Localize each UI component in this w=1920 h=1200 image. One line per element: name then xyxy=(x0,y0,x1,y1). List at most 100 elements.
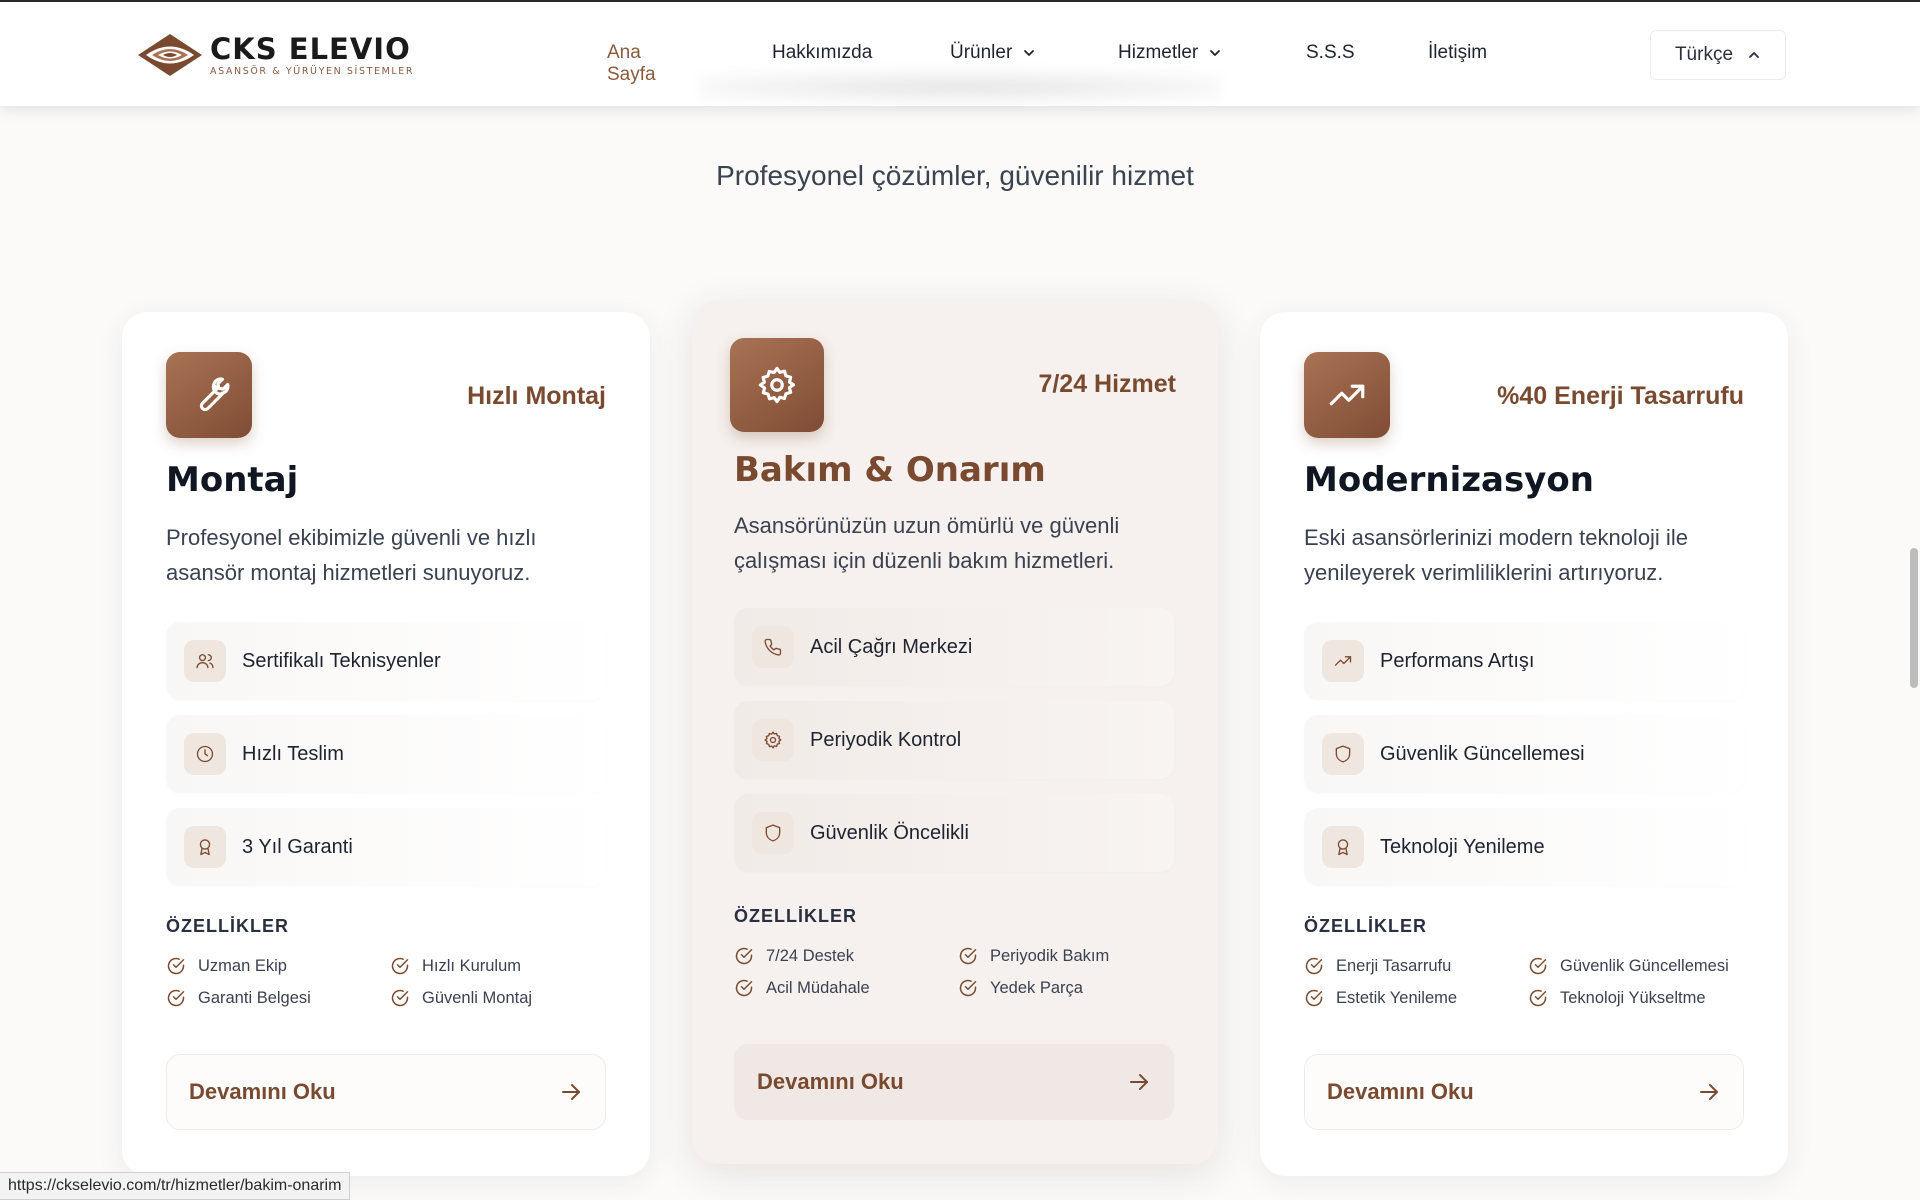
feature-item: 3 Yıl Garanti xyxy=(166,808,606,886)
arrow-right-icon xyxy=(559,1080,583,1104)
nav-services[interactable]: Hizmetler xyxy=(1118,42,1222,64)
logo-name: CKS ELEVIO xyxy=(210,31,411,66)
spec-item: Güvenli Montaj xyxy=(390,988,606,1008)
spec-item: Teknoloji Yükseltme xyxy=(1528,988,1744,1008)
arrow-right-icon xyxy=(1127,1070,1151,1094)
read-more-button[interactable]: Devamını Oku xyxy=(1304,1054,1744,1130)
specs-heading: ÖZELLİKLER xyxy=(166,916,289,936)
nav-about[interactable]: Hakkımızda xyxy=(772,42,872,64)
trending-up-icon xyxy=(1322,640,1364,682)
specs-heading: ÖZELLİKLER xyxy=(1304,916,1427,936)
feature-label: Hızlı Teslim xyxy=(242,742,344,765)
card-badge: %40 Enerji Tasarrufu xyxy=(1497,382,1744,410)
card-title: Modernizasyon xyxy=(1304,460,1594,500)
card-description: Eski asansörlerinizi modern teknoloji il… xyxy=(1304,525,1688,585)
header-shadow xyxy=(700,72,1220,102)
check-circle-icon xyxy=(1304,956,1324,976)
feature-item: Teknoloji Yenileme xyxy=(1304,808,1744,886)
feature-label: Acil Çağrı Merkezi xyxy=(810,635,973,658)
check-circle-icon xyxy=(166,988,186,1008)
card-badge: Hızlı Montaj xyxy=(467,382,606,410)
spec-item: Estetik Yenileme xyxy=(1304,988,1528,1008)
section-subtitle: Profesyonel çözümler, güvenilir hizmet xyxy=(716,160,1194,191)
service-card-montaj[interactable]: Hızlı Montaj Montaj Profesyonel ekibimizle… xyxy=(122,312,650,1176)
spec-item: Yedek Parça xyxy=(958,978,1174,998)
read-more-label: Devamını Oku xyxy=(757,1069,904,1094)
check-circle-icon xyxy=(390,956,410,976)
feature-item: Güvenlik Güncellemesi xyxy=(1304,715,1744,793)
check-circle-icon xyxy=(1528,988,1548,1008)
chevron-down-icon xyxy=(1210,50,1221,56)
card-description: Asansörünüzün uzun ömürlü ve güvenli çal… xyxy=(734,513,1120,573)
feature-label: 3 Yıl Garanti xyxy=(242,835,353,858)
read-more-button[interactable]: Devamını Oku xyxy=(734,1044,1174,1120)
award-icon xyxy=(184,826,226,868)
specs-list: Uzman Ekip Hızlı Kurulum Garanti Belgesi Gü… xyxy=(166,956,606,1008)
spec-label: Hızlı Kurulum xyxy=(422,956,522,975)
card-description: Profesyonel ekibimizle güvenli ve hızlı … xyxy=(166,525,537,585)
feature-item: Acil Çağrı Merkezi xyxy=(734,608,1174,686)
trending-up-icon xyxy=(1304,352,1390,438)
logo-mark-icon xyxy=(138,34,202,76)
feature-label: Sertifikalı Teknisyenler xyxy=(242,649,441,672)
feature-item: Periyodik Kontrol xyxy=(734,701,1174,779)
feature-label: Güvenlik Güncellemesi xyxy=(1380,742,1585,765)
arrow-right-icon xyxy=(1697,1080,1721,1104)
spec-item: Acil Müdahale xyxy=(734,978,958,998)
nav-products[interactable]: Ürünler xyxy=(950,42,1036,64)
specs-heading: ÖZELLİKLER xyxy=(734,906,857,926)
spec-label: Güvenli Montaj xyxy=(422,988,533,1007)
nav-faq[interactable]: S.S.S xyxy=(1306,42,1355,64)
feature-item: Performans Artışı xyxy=(1304,622,1744,700)
site-header: CKS ELEVIO ASANSÖR & YÜRÜYEN SİSTEMLER A… xyxy=(0,2,1920,106)
read-more-button[interactable]: Devamını Oku xyxy=(166,1054,606,1130)
feature-item: Sertifikalı Teknisyenler xyxy=(166,622,606,700)
users-icon xyxy=(184,640,226,682)
feature-label: Teknoloji Yenileme xyxy=(1380,835,1545,858)
status-bar-url: https://ckselevio.com/tr/hizmetler/bakim… xyxy=(0,1172,351,1200)
feature-item: Güvenlik Öncelikli xyxy=(734,794,1174,872)
spec-label: Teknoloji Yükseltme xyxy=(1560,988,1706,1007)
award-icon xyxy=(1322,826,1364,868)
chevron-down-icon xyxy=(1024,50,1035,56)
shield-icon xyxy=(752,812,794,854)
shield-icon xyxy=(1322,733,1364,775)
check-circle-icon xyxy=(166,956,186,976)
spec-item: Periyodik Bakım xyxy=(958,946,1174,966)
spec-item: 7/24 Destek xyxy=(734,946,958,966)
site-logo[interactable]: CKS ELEVIO ASANSÖR & YÜRÜYEN SİSTEMLER xyxy=(136,28,414,82)
card-badge: 7/24 Hizmet xyxy=(1038,370,1176,398)
phone-icon xyxy=(752,626,794,668)
read-more-label: Devamını Oku xyxy=(1327,1079,1474,1104)
check-circle-icon xyxy=(958,946,978,966)
language-selector[interactable]: Türkçe xyxy=(1650,30,1786,80)
scrollbar-thumb[interactable] xyxy=(1910,548,1918,688)
read-more-label: Devamını Oku xyxy=(189,1079,336,1104)
service-card-modernizasyon[interactable]: %40 Enerji Tasarrufu Modernizasyon Eski as… xyxy=(1260,312,1788,1176)
feature-label: Periyodik Kontrol xyxy=(810,728,962,751)
spec-item: Enerji Tasarrufu xyxy=(1304,956,1528,976)
card-title: Montaj xyxy=(166,460,299,500)
spec-label: 7/24 Destek xyxy=(766,946,855,965)
check-circle-icon xyxy=(1528,956,1548,976)
spec-label: Yedek Parça xyxy=(990,978,1083,997)
gear-icon xyxy=(752,719,794,761)
spec-label: Estetik Yenileme xyxy=(1336,988,1458,1007)
spec-label: Garanti Belgesi xyxy=(198,988,311,1007)
feature-label: Güvenlik Öncelikli xyxy=(810,821,969,844)
service-card-bakim-onarim[interactable]: 7/24 Hizmet Bakım & Onarım Asansörünüzün u… xyxy=(692,300,1218,1164)
chevron-up-icon xyxy=(1749,52,1759,58)
spec-label: Uzman Ekip xyxy=(198,956,287,975)
feature-item: Hızlı Teslim xyxy=(166,715,606,793)
nav-home[interactable]: Ana Sayfa xyxy=(607,42,656,86)
feature-label: Performans Artışı xyxy=(1380,649,1535,672)
logo-tagline: ASANSÖR & YÜRÜYEN SİSTEMLER xyxy=(210,65,415,77)
nav-contact[interactable]: İletişim xyxy=(1428,42,1487,64)
language-label: Türkçe xyxy=(1674,44,1734,65)
feature-list: Acil Çağrı Merkezi Periyodik Kontrol Güven… xyxy=(734,608,1174,887)
spec-label: Enerji Tasarrufu xyxy=(1336,956,1452,975)
check-circle-icon xyxy=(734,978,754,998)
check-circle-icon xyxy=(734,946,754,966)
check-circle-icon xyxy=(1304,988,1324,1008)
spec-item: Hızlı Kurulum xyxy=(390,956,606,976)
